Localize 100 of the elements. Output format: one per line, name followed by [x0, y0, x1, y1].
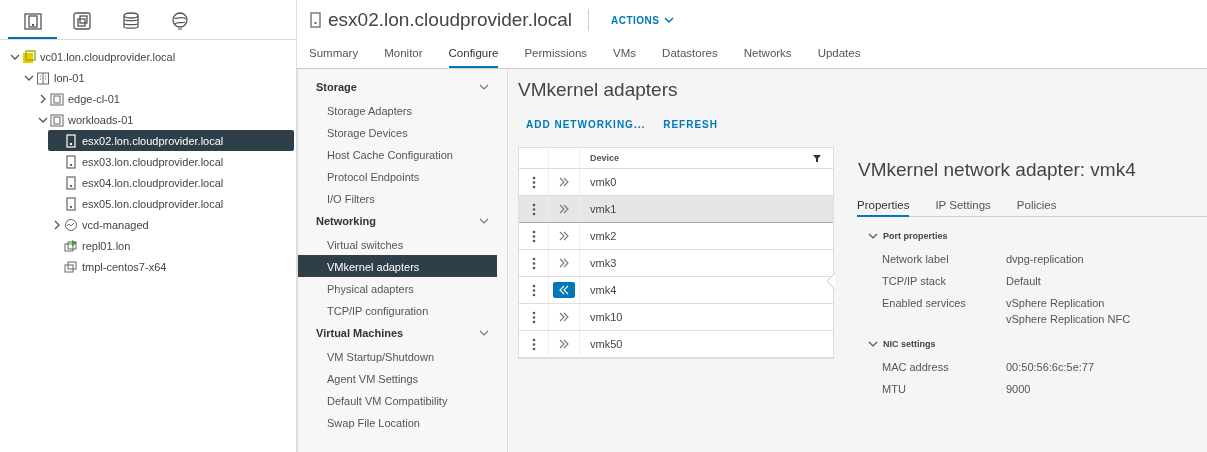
tree-item[interactable]: repl01.lon	[0, 235, 296, 256]
menu-section[interactable]: Networking	[298, 209, 497, 233]
double-chevron-right-icon	[559, 177, 569, 187]
double-chevron-right-icon	[559, 339, 569, 349]
more-icon	[531, 337, 536, 351]
double-chevron-right-icon	[559, 312, 569, 322]
column-header: Device	[590, 153, 620, 163]
menu-item[interactable]: Default VM Compatibility	[298, 389, 497, 411]
tree-item[interactable]: workloads-01	[0, 109, 296, 130]
tab[interactable]: Summary	[309, 40, 359, 68]
tab[interactable]: IP Settings	[935, 195, 991, 217]
menu-item[interactable]: I/O Filters	[298, 187, 497, 209]
powered-on-vm-icon	[64, 238, 78, 253]
chevron-down-icon	[479, 217, 489, 225]
chevron-down-icon	[479, 83, 489, 91]
more-icon	[531, 283, 536, 297]
table-cell: vmk10	[590, 311, 623, 323]
field-value: vSphere Replication	[1006, 297, 1106, 309]
menu-item[interactable]: Host Cache Configuration	[298, 143, 497, 165]
more-icon	[531, 175, 536, 189]
more-icon	[531, 202, 536, 216]
tab[interactable]: Policies	[1016, 195, 1057, 217]
actions-menu[interactable]: ACTIONS	[605, 13, 680, 27]
table-cell: vmk4	[590, 284, 617, 296]
menu-item[interactable]: Virtual switches	[298, 233, 497, 255]
field-value: Default	[1006, 275, 1041, 287]
table-cell: vmk0	[590, 176, 617, 188]
tab[interactable]: Properties	[857, 195, 910, 217]
table-cell: vmk3	[590, 257, 617, 269]
menu-section[interactable]: Virtual Machines	[298, 321, 497, 345]
section-toggle[interactable]: Port properties	[868, 229, 948, 243]
double-chevron-left-icon	[559, 285, 569, 295]
menu-item[interactable]: VM Startup/Shutdown	[298, 345, 497, 367]
field-value: 00:50:56:6c:5e:77	[1006, 361, 1095, 373]
server-icon	[64, 154, 78, 169]
table-cell: vmk50	[590, 338, 623, 350]
hosts-clusters-icon	[23, 12, 42, 30]
field-label: MTU	[882, 383, 907, 395]
tab[interactable]: Permissions	[524, 40, 588, 68]
double-chevron-right-icon	[559, 204, 569, 214]
more-icon	[531, 310, 536, 324]
tree-item[interactable]: esx03.lon.cloudprovider.local	[0, 151, 296, 172]
chevron-down-icon	[868, 232, 878, 240]
cluster-icon	[50, 91, 64, 106]
action-link[interactable]: ADD NETWORKING...	[526, 119, 646, 130]
host-title: esx02.lon.cloudprovider.local	[328, 9, 572, 31]
field-value: 9000	[1006, 383, 1031, 395]
table-row[interactable]: vmk1	[519, 196, 833, 223]
details-title: VMkernel network adapter: vmk4	[858, 159, 1137, 181]
menu-item[interactable]: Storage Adapters	[298, 99, 497, 121]
chevron-down-icon	[663, 16, 674, 24]
menu-item[interactable]: Physical adapters	[298, 277, 497, 299]
field-label: Network label	[882, 253, 950, 265]
tree-item[interactable]: esx02.lon.cloudprovider.local	[48, 130, 294, 151]
menu-item[interactable]: VMkernel adapters	[298, 255, 497, 277]
resource-pool-icon	[64, 217, 78, 232]
field-label: MAC address	[882, 361, 950, 373]
more-icon	[531, 229, 536, 243]
table-cell: vmk1	[590, 203, 617, 215]
tree-item[interactable]: lon-01	[0, 67, 296, 88]
tree-item[interactable]: vcd-managed	[0, 214, 296, 235]
datacenter-icon	[36, 70, 50, 85]
expand-button[interactable]	[553, 282, 575, 298]
menu-item[interactable]: Protocol Endpoints	[298, 165, 497, 187]
action-link[interactable]: REFRESH	[663, 119, 718, 130]
double-chevron-right-icon	[559, 231, 569, 241]
more-icon	[531, 256, 536, 270]
filter-icon	[813, 154, 821, 162]
tab[interactable]: Updates	[817, 40, 861, 68]
tree-item[interactable]: esx05.lon.cloudprovider.local	[0, 193, 296, 214]
tree-item[interactable]: esx04.lon.cloudprovider.local	[0, 172, 296, 193]
server-icon	[64, 196, 78, 211]
menu-item[interactable]: Swap File Location	[298, 411, 497, 433]
field-label: TCP/IP stack	[882, 275, 947, 287]
server-icon	[309, 12, 322, 28]
menu-item[interactable]: TCP/IP configuration	[298, 299, 497, 321]
table-cell: vmk2	[590, 230, 617, 242]
menu-item[interactable]: Agent VM Settings	[298, 367, 497, 389]
chevron-down-icon	[868, 340, 878, 348]
vms-templates-icon	[72, 12, 91, 30]
tree-item[interactable]: tmpl-centos7-x64	[0, 256, 296, 277]
page-title: VMkernel adapters	[518, 79, 679, 101]
server-icon	[64, 175, 78, 190]
cluster-icon	[50, 112, 64, 127]
menu-section[interactable]: Storage	[298, 75, 497, 99]
tab[interactable]: Monitor	[384, 40, 423, 68]
field-value: dvpg-replication	[1006, 253, 1084, 265]
vm-template-icon	[64, 259, 78, 274]
server-icon	[64, 133, 78, 148]
tab[interactable]: Datastores	[662, 40, 718, 68]
tree-item[interactable]: edge-cl-01	[0, 88, 296, 109]
tab[interactable]: VMs	[613, 40, 637, 68]
globe-icon	[170, 12, 189, 30]
double-chevron-right-icon	[559, 258, 569, 268]
menu-item[interactable]: Storage Devices	[298, 121, 497, 143]
tab[interactable]: Networks	[743, 40, 792, 68]
tree-item[interactable]: vc01.lon.cloudprovider.local	[0, 46, 296, 67]
chevron-down-icon	[479, 329, 489, 337]
database-icon	[121, 12, 140, 30]
section-toggle[interactable]: NIC settings	[868, 337, 936, 351]
